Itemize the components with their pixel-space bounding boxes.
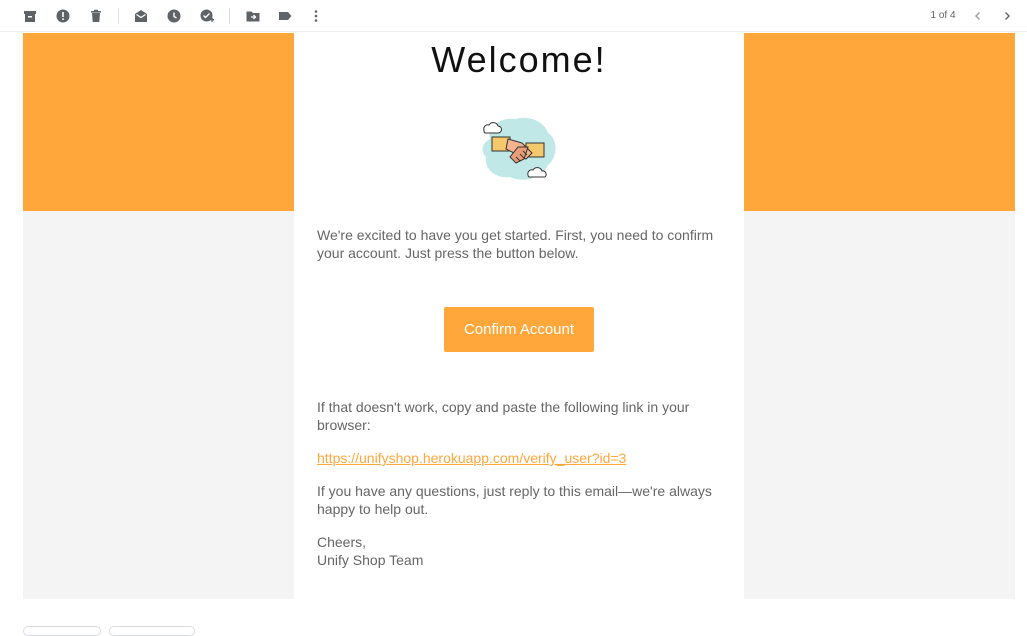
add-to-tasks-icon[interactable] [197, 6, 217, 26]
previous-icon[interactable] [969, 7, 987, 25]
pager-count: 1 of 4 [930, 10, 956, 21]
email-title: Welcome! [431, 39, 607, 80]
questions-text: If you have any questions, just reply to… [317, 482, 717, 518]
intro-line-2: your account. Just press the button belo… [317, 245, 579, 261]
toolbar-divider [229, 8, 230, 24]
label-icon[interactable] [275, 6, 295, 26]
intro-text: We're excited to have you get started. F… [317, 226, 717, 262]
toolbar-divider [118, 8, 119, 24]
fallback-line-2: browser: [317, 417, 371, 433]
snooze-icon[interactable] [164, 6, 184, 26]
delete-icon[interactable] [86, 6, 106, 26]
signoff-line: Cheers, [317, 534, 367, 550]
email-card: Welcome! We're excited to have you get s… [294, 33, 744, 599]
message-toolbar: 1 of 4 [0, 0, 1027, 32]
archive-icon[interactable] [20, 6, 40, 26]
handshake-icon [478, 113, 562, 185]
email-body: Welcome! We're excited to have you get s… [23, 33, 1015, 599]
fallback-line-1: If that doesn't work, copy and paste the… [317, 399, 690, 415]
intro-line-1: We're excited to have you get started. F… [317, 227, 714, 243]
signoff-text: Cheers, Unify Shop Team [317, 533, 717, 569]
mark-unread-icon[interactable] [131, 6, 151, 26]
move-to-icon[interactable] [243, 6, 263, 26]
next-icon[interactable] [998, 7, 1016, 25]
team-name: Unify Shop Team [317, 552, 424, 568]
report-spam-icon[interactable] [53, 6, 73, 26]
reply-button[interactable] [23, 626, 101, 636]
questions-line-2: happy to help out. [317, 501, 429, 517]
more-icon[interactable] [306, 6, 326, 26]
confirm-account-button[interactable]: Confirm Account [444, 307, 594, 352]
forward-button[interactable] [109, 626, 195, 636]
fallback-text: If that doesn't work, copy and paste the… [317, 398, 717, 434]
questions-line-1: If you have any questions, just reply to… [317, 483, 712, 499]
verify-link[interactable]: https://unifyshop.herokuapp.com/verify_u… [317, 449, 626, 467]
